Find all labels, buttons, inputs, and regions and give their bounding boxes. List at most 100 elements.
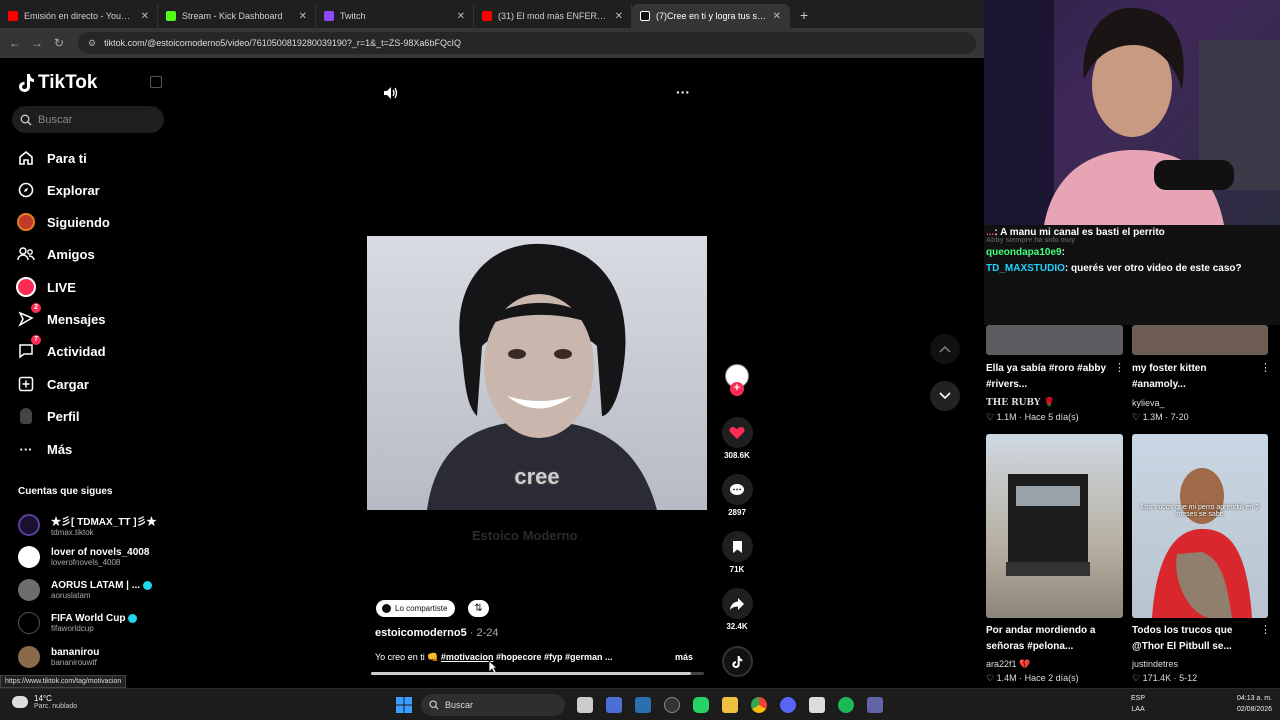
clock-time: 04:13 a. m. xyxy=(1236,695,1272,702)
store-icon[interactable] xyxy=(809,697,825,713)
nav-item-cargar[interactable]: Cargar xyxy=(16,374,89,394)
following-account[interactable]: AORUS LATAM | ... aoruslatam xyxy=(18,579,153,601)
tiktok-note-icon xyxy=(19,74,34,92)
windows-start-icon[interactable] xyxy=(396,697,412,713)
sound-disc[interactable] xyxy=(721,646,753,677)
messages-icon: 2 xyxy=(16,303,41,329)
spotify-icon[interactable] xyxy=(838,697,854,713)
close-icon[interactable]: ✕ xyxy=(299,11,307,22)
close-icon[interactable]: ✕ xyxy=(615,11,623,22)
previous-video-button[interactable] xyxy=(930,334,960,364)
following-account[interactable]: FIFA World Cup fifaworldcup xyxy=(18,612,138,634)
nav-label: Explorar xyxy=(47,182,100,198)
teams-icon[interactable] xyxy=(867,697,883,713)
shared-pill[interactable]: Lo compartiste xyxy=(376,600,456,617)
discord-icon[interactable] xyxy=(780,697,796,713)
following-account[interactable]: lover of novels_4008 loverofnovels_4008 xyxy=(18,546,149,568)
video-thumbnail[interactable] xyxy=(1132,325,1268,355)
progress-fill xyxy=(371,672,691,675)
card-title[interactable]: Todos los trucos que @Thor El Pitbull se… xyxy=(1132,623,1262,655)
browser-tab[interactable]: (31) El mod más ENFERMO y T ✕ xyxy=(474,4,632,28)
close-icon[interactable]: ✕ xyxy=(141,11,149,22)
card-menu-icon[interactable]: ⋮ xyxy=(1260,361,1271,374)
language-indicator[interactable]: ESP LAA xyxy=(1131,693,1145,715)
volume-icon[interactable] xyxy=(383,86,399,105)
nav-item-mensajes[interactable]: 2 Mensajes xyxy=(16,303,106,329)
file-explorer-icon[interactable] xyxy=(722,697,738,713)
search-input[interactable]: Buscar xyxy=(12,106,164,133)
card-author[interactable]: ara22f1 💔 xyxy=(986,659,1030,670)
tab-title: Twitch xyxy=(340,11,366,21)
mouse-cursor-icon xyxy=(488,660,499,679)
whatsapp-icon[interactable] xyxy=(693,697,709,713)
card-author[interactable]: kylieva_ xyxy=(1132,398,1165,408)
video-author[interactable]: estoicomoderno5 · 2-24 xyxy=(375,627,499,639)
like-action[interactable]: 308.6K xyxy=(721,417,753,460)
card-title[interactable]: my foster kitten #anamoly... xyxy=(1132,361,1262,393)
forward-icon[interactable]: → xyxy=(26,36,48,50)
card-menu-icon[interactable]: ⋮ xyxy=(1260,623,1271,636)
nav-item-actividad[interactable]: 7 Actividad xyxy=(16,335,106,361)
comment-action[interactable]: 2897 xyxy=(721,474,753,517)
collapse-sidebar-icon[interactable] xyxy=(150,76,162,88)
follow-plus-icon[interactable]: + xyxy=(730,382,744,396)
next-video-button[interactable] xyxy=(930,381,960,411)
card-title[interactable]: Por andar mordiendo a señoras #pelona... xyxy=(986,623,1116,655)
chrome-icon[interactable] xyxy=(751,697,767,713)
new-tab-button[interactable]: + xyxy=(800,4,808,28)
browser-tab[interactable]: Stream - Kick Dashboard ✕ xyxy=(158,4,316,28)
share-action[interactable]: 32.4K xyxy=(721,588,753,631)
activity-badge: 7 xyxy=(31,335,41,345)
verified-icon xyxy=(128,613,138,623)
nav-item-mas[interactable]: ··· Más xyxy=(16,439,73,459)
browser-tab-active[interactable]: (7)Cree en ti y logra tus sueño ✕ xyxy=(632,4,790,28)
nav-item-perfil[interactable]: Perfil xyxy=(16,406,80,426)
card-author[interactable]: THE RUBY 🌹 xyxy=(986,398,1055,408)
hashtag-link[interactable]: #motivacion xyxy=(441,652,494,662)
taskbar-search[interactable]: Buscar xyxy=(421,694,565,716)
video-thumbnail[interactable]: Los trucos que mi perro aprendió en 5 me… xyxy=(1132,434,1268,618)
tab-title: Emisión en directo - YouTube S xyxy=(24,11,135,21)
following-account[interactable]: ★彡[ TDMAX_TT ]彡★ tdmax.tiktok xyxy=(18,513,157,537)
close-icon[interactable]: ✕ xyxy=(773,11,781,22)
weather-widget[interactable]: 14°C Parc. nublado xyxy=(12,694,77,710)
task-view-icon[interactable] xyxy=(577,697,593,713)
reload-icon[interactable]: ↻ xyxy=(48,36,70,50)
card-menu-icon[interactable]: ⋮ xyxy=(1114,361,1125,374)
app-icon[interactable] xyxy=(664,697,680,713)
more-button[interactable]: más xyxy=(675,652,693,662)
nav-item-explorar[interactable]: Explorar xyxy=(16,180,100,200)
nav-item-live[interactable]: LIVE xyxy=(16,277,76,297)
police-truck-image xyxy=(1006,474,1090,576)
comment-count: 2897 xyxy=(728,508,746,517)
video-progress-bar[interactable] xyxy=(371,672,704,675)
youtube-icon xyxy=(8,11,18,21)
browser-tab[interactable]: Emisión en directo - YouTube S ✕ xyxy=(0,4,158,28)
save-action[interactable]: 71K xyxy=(721,531,753,574)
app-icon[interactable] xyxy=(606,697,622,713)
app-icon[interactable] xyxy=(635,697,651,713)
tiktok-logo[interactable]: TikTok xyxy=(17,72,97,94)
video-options-icon[interactable]: ··· xyxy=(676,84,690,100)
windows-taskbar: 14°C Parc. nublado Buscar ESP LAA 04:13 a.… xyxy=(0,688,1280,720)
back-icon[interactable]: ← xyxy=(4,36,26,50)
nav-item-amigos[interactable]: Amigos xyxy=(16,244,95,264)
repost-icon[interactable]: ⇅ xyxy=(468,600,489,617)
system-clock[interactable]: 04:13 a. m. 02/08/2026 xyxy=(1237,693,1272,715)
video-thumbnail[interactable] xyxy=(986,434,1123,618)
video-player[interactable]: cree xyxy=(367,236,707,510)
nav-label: Perfil xyxy=(47,408,80,424)
card-author[interactable]: justindetres xyxy=(1132,659,1178,669)
creator-avatar[interactable]: + xyxy=(721,364,753,396)
following-account[interactable]: bananirou bananirouwtf xyxy=(18,646,99,668)
browser-tab[interactable]: Twitch ✕ xyxy=(316,4,474,28)
close-icon[interactable]: ✕ xyxy=(457,11,465,22)
site-info-icon[interactable]: ⚙ xyxy=(88,38,96,49)
card-title[interactable]: Ella ya sabía #roro #abby #rivers... xyxy=(986,361,1116,393)
nav-item-siguiendo[interactable]: Siguiendo xyxy=(16,212,110,232)
video-thumbnail[interactable] xyxy=(986,325,1123,355)
messages-badge: 2 xyxy=(31,303,41,313)
nav-item-para-ti[interactable]: Para ti xyxy=(16,148,87,168)
url-field[interactable]: ⚙ tiktok.com/@estoicomoderno5/video/7610… xyxy=(78,32,976,54)
shared-label: Lo compartiste xyxy=(395,604,448,613)
